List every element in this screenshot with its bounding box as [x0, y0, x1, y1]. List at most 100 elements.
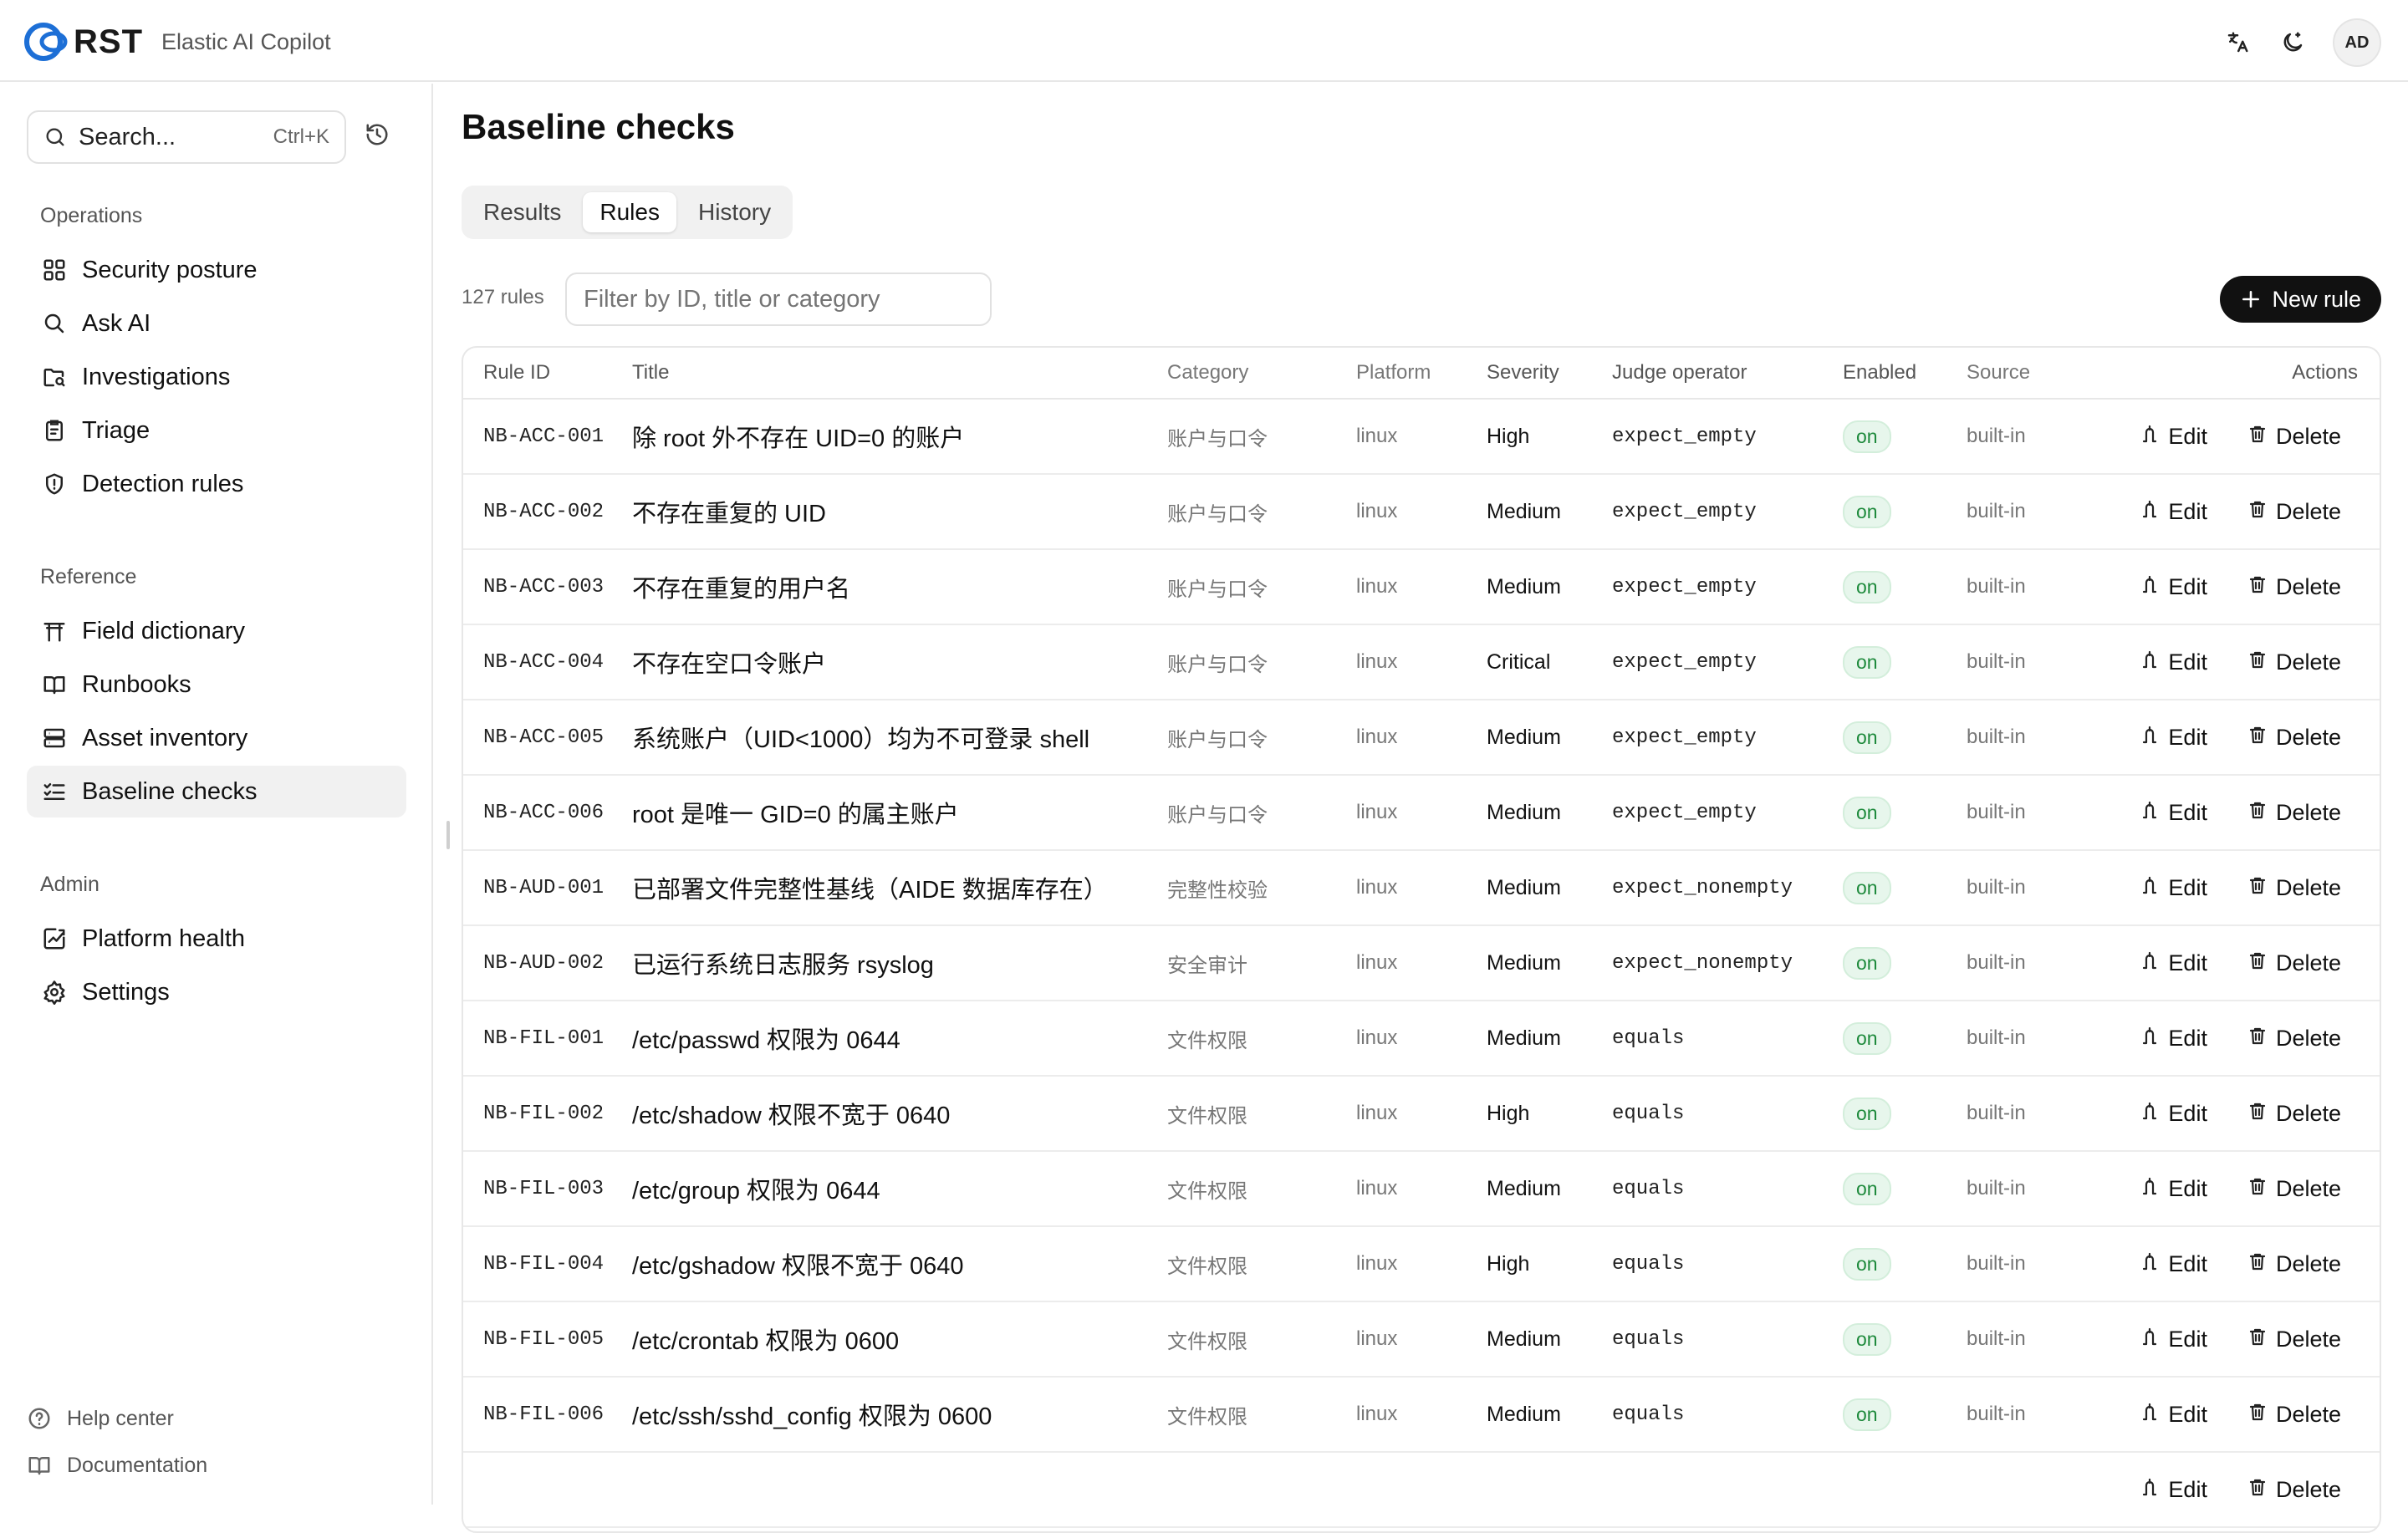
enabled-badge[interactable]: on: [1843, 1247, 1891, 1281]
table-row[interactable]: NB-ACC-003 不存在重复的用户名 账户与口令 linux Medium expec…: [463, 550, 2380, 625]
table-row[interactable]: NB-ACC-002 不存在重复的 UID 账户与口令 linux Medium expe…: [463, 475, 2380, 550]
edit-button[interactable]: Edit: [2140, 573, 2207, 601]
sidebar-item-baseline-checks[interactable]: Baseline checks: [27, 766, 406, 817]
table-row[interactable]: NB-ACC-006 root 是唯一 GID=0 的属主账户 账户与口令 linux…: [463, 776, 2380, 851]
table-row[interactable]: NB-FIL-003/etc/group 权限为 0644 文件权限 linux Me…: [463, 1152, 2380, 1227]
trash-icon: [2247, 1326, 2268, 1353]
delete-button[interactable]: Delete: [2247, 799, 2341, 827]
sidebar-item-asset-inventory[interactable]: Asset inventory: [27, 712, 406, 764]
table-row[interactable]: NB-FIL-004/etc/gshadow 权限不宽于 0640 文件权限 lin…: [463, 1227, 2380, 1302]
avatar[interactable]: AD: [2333, 18, 2381, 67]
edit-button[interactable]: Edit: [2140, 1100, 2207, 1128]
edit-button[interactable]: Edit: [2140, 498, 2207, 526]
filter-input[interactable]: [565, 272, 992, 326]
edit-button[interactable]: Edit: [2140, 799, 2207, 827]
new-rule-button[interactable]: New rule: [2220, 276, 2381, 323]
column-header-severity[interactable]: Severity: [1487, 361, 1612, 385]
edit-button[interactable]: Edit: [2140, 1326, 2207, 1353]
sidebar-item-ask-ai[interactable]: Ask AI: [27, 298, 406, 349]
table-row[interactable]: NB-FIL-005/etc/crontab 权限为 0600 文件权限 linux…: [463, 1302, 2380, 1378]
table-row[interactable]: NB-AUD-001 已部署文件完整性基线（AIDE 数据库存在） 完整性校验 lin…: [463, 851, 2380, 926]
theme-toggle-icon[interactable]: [2278, 28, 2308, 58]
column-header-judge-operator[interactable]: Judge operator: [1612, 361, 1843, 385]
delete-button[interactable]: Delete: [2247, 498, 2341, 526]
logo[interactable]: RST Elastic AI Copilot: [23, 20, 331, 64]
edit-button[interactable]: Edit: [2140, 649, 2207, 676]
enabled-badge[interactable]: on: [1843, 721, 1891, 754]
help-center-link[interactable]: Help center: [27, 1406, 174, 1431]
enabled-badge[interactable]: on: [1843, 1021, 1891, 1055]
table-row[interactable]: NB-FIL-002/etc/shadow 权限不宽于 0640 文件权限 linu…: [463, 1077, 2380, 1152]
edit-button[interactable]: Edit: [2140, 1025, 2207, 1052]
sidebar-item-settings[interactable]: Settings: [27, 966, 406, 1018]
edit-button[interactable]: Edit: [2140, 1250, 2207, 1278]
sidebar-item-investigations[interactable]: Investigations: [27, 351, 406, 403]
sidebar-resize-handle[interactable]: [446, 821, 450, 849]
column-header-source[interactable]: Source: [1967, 361, 2109, 385]
delete-button[interactable]: Delete: [2247, 874, 2341, 902]
logo-text: RST: [74, 23, 143, 60]
delete-button[interactable]: Delete: [2247, 649, 2341, 676]
sidebar-item-detection-rules[interactable]: Detection rules: [27, 458, 406, 510]
delete-button[interactable]: Delete: [2247, 1326, 2341, 1353]
delete-button[interactable]: Delete: [2247, 423, 2341, 451]
enabled-badge[interactable]: on: [1843, 645, 1891, 679]
enabled-badge[interactable]: on: [1843, 420, 1891, 453]
edit-icon: [2140, 423, 2160, 451]
sidebar-search[interactable]: Search... Ctrl+K: [27, 110, 346, 164]
rule-id-cell: NB-ACC-005: [483, 726, 605, 749]
enabled-badge[interactable]: on: [1843, 946, 1891, 980]
documentation-link[interactable]: Documentation: [27, 1453, 207, 1478]
edit-button[interactable]: Edit: [2140, 950, 2207, 977]
table-row[interactable]: NB-AUD-002 已运行系统日志服务 rsyslog 安全审计 linux Medi…: [463, 926, 2380, 1001]
enabled-badge[interactable]: on: [1843, 495, 1891, 528]
table-row[interactable]: NB-ACC-005 系统账户（UID<1000）均为不可登录 shell 账户与口…: [463, 700, 2380, 776]
delete-label: Delete: [2275, 573, 2341, 599]
column-header-platform[interactable]: Platform: [1356, 361, 1487, 385]
enabled-badge[interactable]: on: [1843, 1097, 1891, 1130]
delete-button[interactable]: Delete: [2247, 724, 2341, 751]
delete-button[interactable]: Delete: [2247, 950, 2341, 977]
edit-icon: [2140, 874, 2160, 902]
delete-button[interactable]: Delete: [2247, 1476, 2341, 1504]
edit-label: Edit: [2168, 950, 2207, 975]
enabled-badge[interactable]: on: [1843, 570, 1891, 604]
table-row[interactable]: NB-FIL-006/etc/ssh/sshd_config 权限为 0600 文…: [463, 1378, 2380, 1453]
table-row[interactable]: NB-ACC-004 不存在空口令账户 账户与口令 linux Critical expe…: [463, 625, 2380, 700]
column-header-rule-id[interactable]: Rule ID: [463, 361, 632, 385]
translate-icon[interactable]: [2222, 28, 2252, 58]
enabled-badge[interactable]: on: [1843, 796, 1891, 829]
sidebar-item-runbooks[interactable]: Runbooks: [27, 659, 406, 710]
delete-button[interactable]: Delete: [2247, 1025, 2341, 1052]
enabled-badge[interactable]: on: [1843, 1398, 1891, 1431]
delete-button[interactable]: Delete: [2247, 573, 2341, 601]
column-header-enabled[interactable]: Enabled: [1843, 361, 1967, 385]
tab-history[interactable]: History: [681, 192, 788, 232]
table-row[interactable]: NB-ACC-001 除 root 外不存在 UID=0 的账户 账户与口令 linu…: [463, 400, 2380, 475]
history-icon[interactable]: [365, 122, 395, 152]
rule-source-cell: built-in: [1967, 1252, 2026, 1275]
table-row[interactable]: Edit Delete: [463, 1453, 2380, 1528]
delete-button[interactable]: Delete: [2247, 1175, 2341, 1203]
sidebar-item-triage[interactable]: Triage: [27, 405, 406, 456]
tab-results[interactable]: Results: [467, 192, 578, 232]
edit-button[interactable]: Edit: [2140, 1175, 2207, 1203]
edit-button[interactable]: Edit: [2140, 1476, 2207, 1504]
column-header-title[interactable]: Title: [632, 361, 1167, 385]
delete-button[interactable]: Delete: [2247, 1401, 2341, 1429]
edit-button[interactable]: Edit: [2140, 874, 2207, 902]
tab-rules[interactable]: Rules: [583, 192, 676, 232]
sidebar-item-field-dictionary[interactable]: Field dictionary: [27, 605, 406, 657]
sidebar-item-platform-health[interactable]: Platform health: [27, 913, 406, 965]
enabled-badge[interactable]: on: [1843, 1322, 1891, 1356]
edit-button[interactable]: Edit: [2140, 1401, 2207, 1429]
column-header-category[interactable]: Category: [1167, 361, 1356, 385]
edit-button[interactable]: Edit: [2140, 423, 2207, 451]
delete-button[interactable]: Delete: [2247, 1100, 2341, 1128]
enabled-badge[interactable]: on: [1843, 871, 1891, 904]
table-row[interactable]: NB-FIL-001/etc/passwd 权限为 0644 文件权限 linux M…: [463, 1001, 2380, 1077]
edit-button[interactable]: Edit: [2140, 724, 2207, 751]
enabled-badge[interactable]: on: [1843, 1172, 1891, 1205]
delete-button[interactable]: Delete: [2247, 1250, 2341, 1278]
sidebar-item-security-posture[interactable]: Security posture: [27, 244, 406, 296]
